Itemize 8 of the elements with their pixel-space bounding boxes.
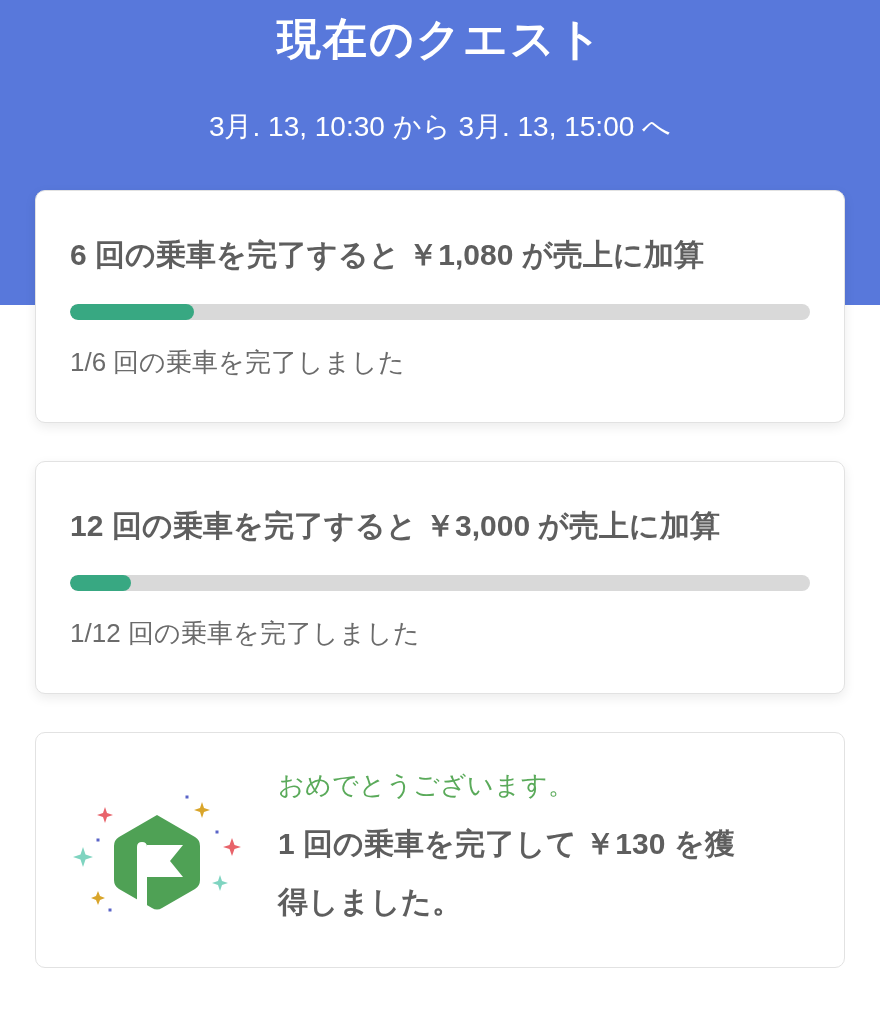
quest-period: 3月. 13, 10:30 から 3月. 13, 15:00 へ [208, 110, 672, 144]
congratulations-text: おめでとうございます。 [278, 769, 575, 801]
achievement-message: 1 回の乗車を完了して ￥130 を獲得しました。 [278, 825, 736, 920]
progress-text: 1/6 回の乗車を完了しました [70, 347, 407, 378]
page-title: 現在のクエスト [276, 13, 604, 65]
quest-title: 6 回の乗車を完了すると ￥1,080 が売上に加算 [70, 237, 705, 273]
progress-text: 1/12 回の乗車を完了しました [70, 618, 421, 649]
quest-title: 12 回の乗車を完了すると ￥3,000 が売上に加算 [70, 508, 722, 544]
